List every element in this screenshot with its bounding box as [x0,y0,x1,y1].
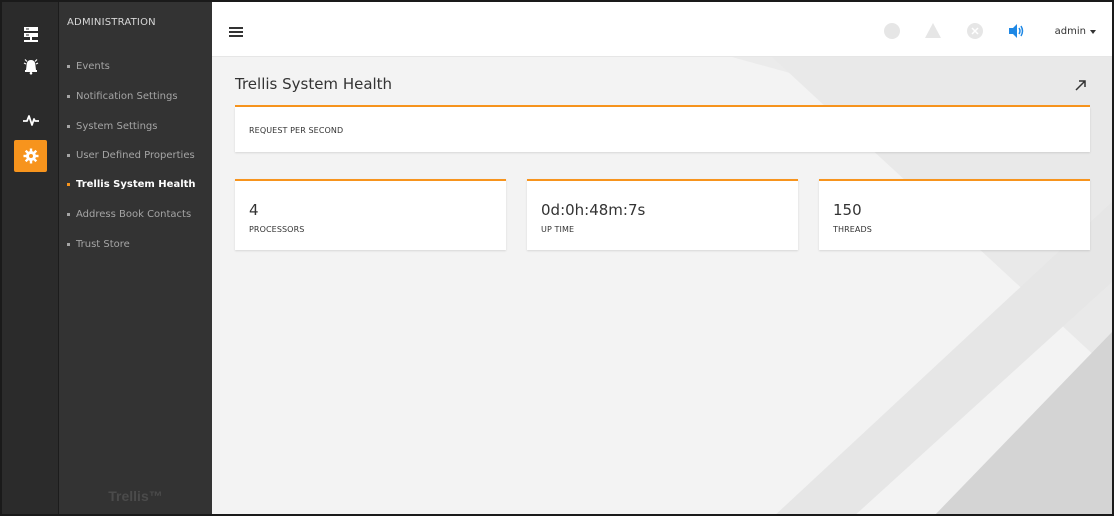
circle-status-icon[interactable] [883,22,901,40]
main-content: admin Trellis System Health REQUEST PER … [212,2,1112,514]
gear-icon [23,148,38,164]
hamburger-menu-icon[interactable] [229,27,243,37]
submenu-title: ADMINISTRATION [67,17,156,28]
submenu-item-system-settings[interactable]: System Settings [67,118,157,134]
user-name: admin [1054,26,1086,37]
stat-value: 150 [833,201,862,219]
bullet-icon [67,153,70,157]
submenu-item-trust-store[interactable]: Trust Store [67,236,130,252]
bullet-icon [67,94,70,98]
stat-label: PROCESSORS [249,225,305,234]
expand-arrow-icon[interactable] [1074,78,1088,92]
rail-item-alarms[interactable] [14,50,47,82]
close-circle-icon[interactable] [966,22,984,40]
icon-rail [2,2,59,514]
stat-label: UP TIME [541,225,575,234]
speaker-icon[interactable] [1007,22,1025,40]
submenu-item-events[interactable]: Events [67,58,110,74]
bullet-icon [67,64,70,68]
rail-item-health[interactable] [14,104,47,136]
bullet-icon [67,124,70,128]
pulse-icon [22,115,39,126]
stat-label: THREADS [833,225,872,234]
panel-label: REQUEST PER SECOND [249,126,344,135]
submenu-item-label: Events [76,60,110,72]
user-menu[interactable]: admin [1055,26,1096,37]
bullet-icon [67,242,70,246]
stat-value: 0d:0h:48m:7s [541,201,646,219]
submenu-item-address-book-contacts[interactable]: Address Book Contacts [67,206,191,222]
rail-item-inventory[interactable] [14,19,47,51]
admin-submenu: ADMINISTRATION Events Notification Setti… [59,2,212,514]
submenu-item-notification-settings[interactable]: Notification Settings [67,88,178,104]
threads-card: 150 THREADS [819,179,1090,250]
app-window: ADMINISTRATION Events Notification Setti… [0,0,1114,516]
requests-per-second-panel: REQUEST PER SECOND [235,107,1090,152]
submenu-item-label: Notification Settings [76,90,178,102]
bullet-icon [67,182,70,186]
chevron-down-icon [1090,29,1096,34]
server-icon [23,27,38,42]
rail-item-administration[interactable] [14,140,47,172]
submenu-item-label: User Defined Properties [76,149,195,161]
alarm-bell-icon [23,59,38,75]
submenu-item-label: Address Book Contacts [76,208,192,220]
warning-triangle-icon[interactable] [924,22,942,40]
top-bar: admin [212,2,1112,57]
submenu-item-trellis-system-health[interactable]: Trellis System Health [67,176,196,192]
page-title: Trellis System Health [235,75,393,93]
submenu-item-label: Trust Store [76,238,130,250]
submenu-item-label: Trellis System Health [76,178,196,190]
processors-card: 4 PROCESSORS [235,179,506,250]
uptime-card: 0d:0h:48m:7s UP TIME [527,179,798,250]
stat-value: 4 [249,201,259,219]
brand-logo: Trellis™ [108,488,163,504]
submenu-item-label: System Settings [76,120,158,132]
submenu-item-user-defined-properties[interactable]: User Defined Properties [67,147,195,163]
bullet-icon [67,212,70,216]
